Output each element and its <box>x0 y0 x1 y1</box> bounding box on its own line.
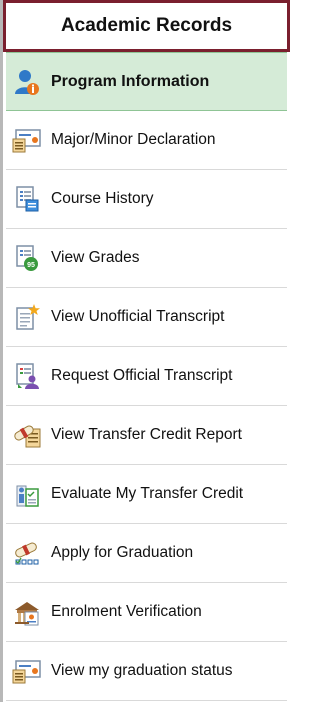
evaluate-credit-icon <box>12 479 42 509</box>
diploma-checklist-icon <box>12 538 42 568</box>
menu-item-evaluate-my-transfer-credit[interactable]: Evaluate My Transfer Credit <box>6 465 287 524</box>
menu-item-label: View Grades <box>51 249 140 266</box>
diploma-report-icon <box>12 420 42 450</box>
transcript-star-icon <box>12 302 42 332</box>
user-info-icon <box>12 67 42 97</box>
menu-item-request-official-transcript[interactable]: Request Official Transcript <box>6 347 287 406</box>
enrolment-verification-icon <box>12 597 42 627</box>
menu-item-label: Evaluate My Transfer Credit <box>51 485 244 502</box>
certificate-icon <box>12 656 42 686</box>
menu-item-label: Program Information <box>51 72 210 90</box>
menu-item-label: Major/Minor Declaration <box>51 131 216 148</box>
menu-item-view-transfer-credit-report[interactable]: View Transfer Credit Report <box>6 406 287 465</box>
svg-text:95: 95 <box>27 262 35 269</box>
menu-item-label: View my graduation status <box>51 662 233 679</box>
menu-item-view-grades[interactable]: 95 View Grades <box>6 229 287 288</box>
menu-item-view-my-graduation-status[interactable]: View my graduation status <box>6 642 287 701</box>
menu-item-label: Enrolment Verification <box>51 603 202 620</box>
menu-item-label: Apply for Graduation <box>51 544 194 561</box>
menu-item-program-information[interactable]: Program Information <box>6 52 287 111</box>
academic-records-panel: Academic Records Program Information Maj… <box>0 0 290 702</box>
menu-item-major-minor-declaration[interactable]: Major/Minor Declaration <box>6 111 287 170</box>
menu-item-label: View Transfer Credit Report <box>51 426 242 443</box>
menu-item-label: Request Official Transcript <box>51 367 233 384</box>
menu-item-apply-for-graduation[interactable]: Apply for Graduation <box>6 524 287 583</box>
menu-item-course-history[interactable]: Course History <box>6 170 287 229</box>
panel-title: Academic Records <box>3 0 290 52</box>
document-list-icon <box>12 184 42 214</box>
menu-item-view-unofficial-transcript[interactable]: View Unofficial Transcript <box>6 288 287 347</box>
academic-records-menu: Program Information Major/Minor Declarat… <box>6 52 287 701</box>
certificate-icon <box>12 125 42 155</box>
grades-icon: 95 <box>12 243 42 273</box>
menu-item-label: View Unofficial Transcript <box>51 308 225 325</box>
menu-item-label: Course History <box>51 190 154 207</box>
request-transcript-icon <box>12 361 42 391</box>
menu-item-enrolment-verification[interactable]: Enrolment Verification <box>6 583 287 642</box>
